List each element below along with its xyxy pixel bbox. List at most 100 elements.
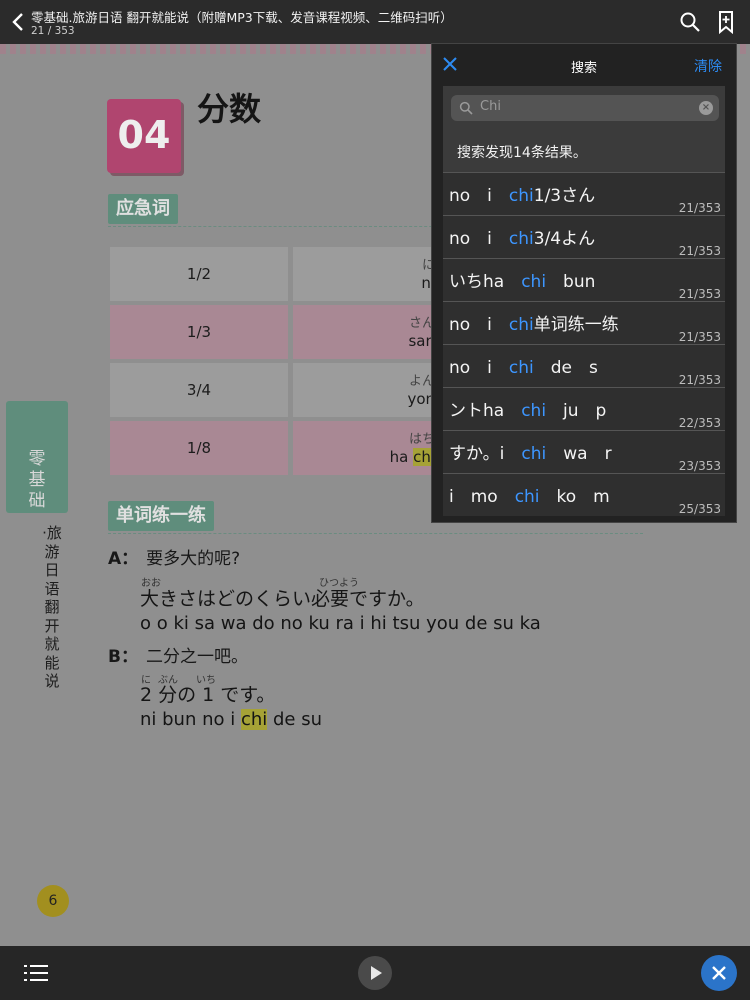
result-snippet: i mo chi ko m: [449, 482, 610, 507]
search-result-item[interactable]: no i chi单词练一练 21/353: [443, 301, 725, 344]
result-snippet: ントha chi ju p: [449, 396, 606, 421]
top-bar: 零基础.旅游日语 翻开就能说（附赠MP3下载、发音课程视频、二维码扫听） 21 …: [0, 0, 750, 44]
lesson-title: 分数: [197, 90, 262, 128]
reading-romaji: yon: [407, 390, 435, 408]
match-text: chi: [508, 186, 534, 206]
search-result-item[interactable]: すか。i chi wa r 23/353: [443, 430, 725, 473]
snippet-text: de s: [533, 358, 598, 378]
table-cell-fraction: 1/8: [110, 421, 288, 475]
snippet-text: i mo: [449, 487, 515, 507]
japanese-sentence: 2 分の 1 です。: [140, 684, 276, 706]
snippet-text: no i: [449, 186, 509, 206]
snippet-text: ju p: [546, 401, 607, 421]
bookmark-add-icon[interactable]: [717, 10, 735, 34]
snippet-text: 3/4よん: [533, 229, 596, 249]
lesson-number-badge: 04: [107, 99, 181, 173]
snippet-text: wa r: [546, 444, 612, 464]
match-text: chi: [508, 315, 534, 335]
search-result-item[interactable]: no i chi3/4よん 21/353: [443, 215, 725, 258]
result-snippet: no i chi单词练一练: [449, 310, 619, 335]
romaji-sentence: ni bun no i chi de su: [140, 709, 322, 730]
clear-text-icon[interactable]: ×: [699, 101, 713, 115]
result-snippet: いちha chi bun: [449, 267, 595, 292]
list-icon[interactable]: [24, 963, 48, 983]
side-tab-label: 零基础: [28, 449, 46, 511]
divider: [108, 533, 643, 534]
table-cell-reading: よん yon: [293, 363, 443, 417]
result-page: 25/353: [678, 502, 721, 516]
clear-button[interactable]: 清除: [694, 56, 722, 76]
search-highlight: chi: [240, 709, 268, 730]
romaji-text: ha: [389, 448, 414, 466]
japanese-sentence: 大きさはどのくらい必要ですか。: [140, 588, 425, 610]
dialog-text: 要多大的呢?: [146, 549, 241, 569]
table-cell-fraction: 1/2: [110, 247, 288, 301]
snippet-text: 单词练一练: [533, 315, 619, 335]
search-result-item[interactable]: no i chi1/3さん 21/353: [443, 172, 725, 215]
search-panel-title: 搜索: [570, 61, 597, 76]
search-result-item[interactable]: いちha chi bun 21/353: [443, 258, 725, 301]
romaji-text: de su: [267, 709, 323, 730]
match-text: chi: [508, 358, 534, 378]
snippet-text: すか。i: [449, 444, 522, 464]
result-page: 21/353: [678, 330, 721, 344]
search-area: Chi × 搜索发现14条结果。: [443, 86, 725, 172]
search-input[interactable]: Chi ×: [451, 95, 719, 121]
table-cell-fraction: 1/3: [110, 305, 288, 359]
table-cell-reading: はち ha chi: [293, 421, 443, 475]
result-count: 搜索发现14条结果。: [457, 145, 587, 161]
romaji-sentence: o o ki sa wa do no ku ra i hi tsu you de…: [140, 613, 541, 634]
snippet-text: いちha: [449, 272, 522, 292]
search-panel: 搜索 清除 Chi × 搜索发现14条结果。 no i chi1/3さん 21/…: [432, 44, 736, 522]
table-cell-reading: に ni: [293, 247, 443, 301]
speaker-label: B：: [108, 647, 138, 667]
result-page: 22/353: [678, 416, 721, 430]
match-text: chi: [521, 444, 547, 464]
play-icon: [371, 966, 382, 980]
chevron-left-icon[interactable]: [10, 12, 26, 32]
dialog-line-a: A： 要多大的呢?: [108, 544, 240, 569]
dialog-text: 二分之一吧。: [145, 647, 248, 667]
bottom-toolbar: [0, 946, 750, 1000]
match-text: chi: [514, 487, 540, 507]
snippet-text: ントha: [449, 401, 522, 421]
romaji-text: ni bun no i: [140, 709, 241, 730]
page-indicator: 21 / 353: [31, 25, 75, 37]
play-button[interactable]: [358, 956, 392, 990]
result-page: 21/353: [678, 373, 721, 387]
side-tab: 零基础: [6, 401, 68, 513]
section-label-practice: 单词练一练: [108, 501, 214, 531]
document-title: 零基础.旅游日语 翻开就能说（附赠MP3下载、发音课程视频、二维码扫听）: [31, 10, 453, 25]
table-cell-reading: さん san: [293, 305, 443, 359]
search-panel-header: 搜索 清除: [432, 44, 736, 86]
snippet-text: no i: [449, 358, 509, 378]
close-circle-icon: [712, 966, 726, 980]
snippet-text: bun: [546, 272, 596, 292]
search-result-item[interactable]: ントha chi ju p 22/353: [443, 387, 725, 430]
snippet-text: 1/3さん: [533, 186, 596, 206]
section-label-vocab: 应急词: [108, 194, 178, 224]
result-page: 21/353: [678, 201, 721, 215]
match-text: chi: [508, 229, 534, 249]
reading-romaji: ha chi: [390, 448, 435, 466]
result-snippet: すか。i chi wa r: [449, 439, 612, 464]
search-query-text: Chi: [480, 99, 501, 114]
snippet-text: no i: [449, 229, 509, 249]
side-book-title: ·旅游日语 翻开就能说: [42, 524, 62, 690]
search-icon: [459, 101, 473, 115]
result-snippet: no i chi1/3さん: [449, 181, 595, 206]
result-page: 21/353: [678, 244, 721, 258]
result-page: 23/353: [678, 459, 721, 473]
page-number-badge: 6: [37, 885, 69, 917]
result-snippet: no i chi3/4よん: [449, 224, 595, 249]
result-snippet: no i chi de s: [449, 353, 598, 378]
search-result-item[interactable]: i mo chi ko m 25/353: [443, 473, 725, 516]
dialog-line-b: B： 二分之一吧。: [108, 642, 248, 667]
match-text: chi: [521, 272, 547, 292]
close-circle-button[interactable]: [701, 955, 737, 991]
result-page: 21/353: [678, 287, 721, 301]
search-result-item[interactable]: no i chi de s 21/353: [443, 344, 725, 387]
match-text: chi: [521, 401, 547, 421]
snippet-text: no i: [449, 315, 509, 335]
search-icon[interactable]: [679, 11, 701, 33]
